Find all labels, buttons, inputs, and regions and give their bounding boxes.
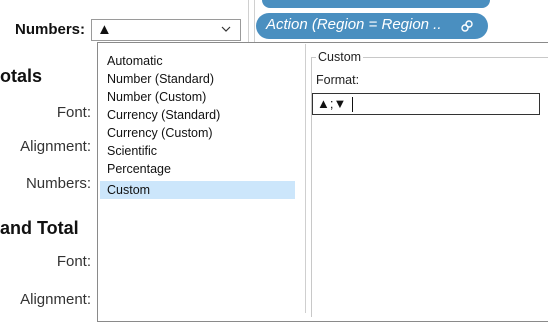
format-option-currency-custom[interactable]: Currency (Custom) xyxy=(100,124,295,142)
format-label: Format: xyxy=(316,73,360,87)
text-caret xyxy=(352,97,353,112)
font-label: Font: xyxy=(56,104,91,121)
format-option-scientific[interactable]: Scientific xyxy=(100,142,295,160)
numbers-select-label: Numbers: xyxy=(15,21,86,38)
action-pill-above xyxy=(262,0,490,8)
font-label-2: Font: xyxy=(56,253,91,270)
alignment-label-2: Alignment: xyxy=(20,291,91,308)
totals-heading: otals xyxy=(0,66,43,86)
numbers-select[interactable]: ▲ xyxy=(91,19,241,41)
format-option-currency-standard[interactable]: Currency (Standard) xyxy=(100,106,295,124)
format-input-value: ▲;▼ xyxy=(317,96,347,111)
format-option-number-custom[interactable]: Number (Custom) xyxy=(100,88,295,106)
custom-group-title: Custom xyxy=(316,50,364,64)
numbers-select-value: ▲ xyxy=(97,21,112,38)
chevron-down-icon xyxy=(221,26,231,32)
numbers-label: Numbers: xyxy=(25,175,91,192)
grand-total-heading: and Total xyxy=(0,218,79,238)
alignment-label: Alignment: xyxy=(20,138,91,155)
format-option-automatic[interactable]: Automatic xyxy=(100,52,295,70)
format-option-number-standard[interactable]: Number (Standard) xyxy=(100,70,295,88)
toolbar-separator xyxy=(254,0,255,42)
action-filter-pill[interactable]: Action (Region = Region .. xyxy=(256,13,488,39)
action-pill-label: Action (Region = Region .. xyxy=(266,16,442,33)
link-icon xyxy=(461,20,473,32)
format-option-percentage[interactable]: Percentage xyxy=(100,160,295,178)
format-option-custom[interactable]: Custom xyxy=(100,181,295,199)
number-format-list[interactable]: Automatic Number (Standard) Number (Cust… xyxy=(100,44,306,313)
format-input[interactable]: ▲;▼ xyxy=(312,93,540,115)
toolbar-separator xyxy=(248,0,249,42)
